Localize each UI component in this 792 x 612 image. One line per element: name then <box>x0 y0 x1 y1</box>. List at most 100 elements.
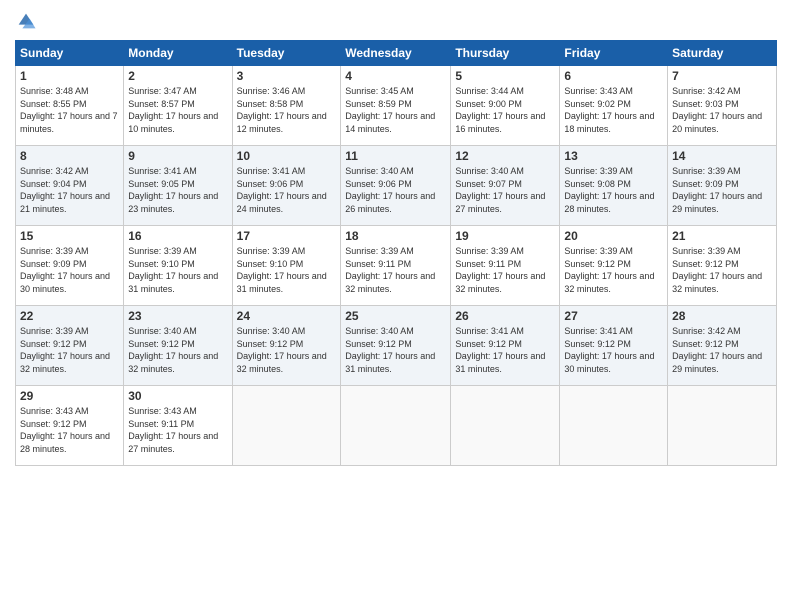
calendar-cell: 19 Sunrise: 3:39 AMSunset: 9:11 PMDaylig… <box>451 226 560 306</box>
header <box>15 10 777 32</box>
calendar-cell <box>232 386 341 466</box>
calendar-cell: 16 Sunrise: 3:39 AMSunset: 9:10 PMDaylig… <box>124 226 232 306</box>
calendar-week-row: 1 Sunrise: 3:48 AMSunset: 8:55 PMDayligh… <box>16 66 777 146</box>
day-info: Sunrise: 3:39 AMSunset: 9:11 PMDaylight:… <box>455 246 545 294</box>
calendar-cell: 6 Sunrise: 3:43 AMSunset: 9:02 PMDayligh… <box>560 66 668 146</box>
day-number: 15 <box>20 229 119 243</box>
calendar-cell <box>560 386 668 466</box>
day-info: Sunrise: 3:39 AMSunset: 9:09 PMDaylight:… <box>672 166 762 214</box>
logo <box>15 10 41 32</box>
day-number: 23 <box>128 309 227 323</box>
day-info: Sunrise: 3:40 AMSunset: 9:07 PMDaylight:… <box>455 166 545 214</box>
day-info: Sunrise: 3:44 AMSunset: 9:00 PMDaylight:… <box>455 86 545 134</box>
weekday-header-cell: Sunday <box>16 41 124 66</box>
calendar-cell: 23 Sunrise: 3:40 AMSunset: 9:12 PMDaylig… <box>124 306 232 386</box>
calendar-cell: 4 Sunrise: 3:45 AMSunset: 8:59 PMDayligh… <box>341 66 451 146</box>
day-info: Sunrise: 3:39 AMSunset: 9:12 PMDaylight:… <box>672 246 762 294</box>
day-number: 4 <box>345 69 446 83</box>
calendar-cell: 12 Sunrise: 3:40 AMSunset: 9:07 PMDaylig… <box>451 146 560 226</box>
day-number: 29 <box>20 389 119 403</box>
calendar-week-row: 29 Sunrise: 3:43 AMSunset: 9:12 PMDaylig… <box>16 386 777 466</box>
day-number: 25 <box>345 309 446 323</box>
day-number: 28 <box>672 309 772 323</box>
day-info: Sunrise: 3:40 AMSunset: 9:06 PMDaylight:… <box>345 166 435 214</box>
day-info: Sunrise: 3:39 AMSunset: 9:08 PMDaylight:… <box>564 166 654 214</box>
weekday-header-cell: Tuesday <box>232 41 341 66</box>
calendar-cell: 24 Sunrise: 3:40 AMSunset: 9:12 PMDaylig… <box>232 306 341 386</box>
calendar-cell: 11 Sunrise: 3:40 AMSunset: 9:06 PMDaylig… <box>341 146 451 226</box>
day-number: 11 <box>345 149 446 163</box>
day-info: Sunrise: 3:41 AMSunset: 9:05 PMDaylight:… <box>128 166 218 214</box>
calendar-cell: 14 Sunrise: 3:39 AMSunset: 9:09 PMDaylig… <box>668 146 777 226</box>
day-number: 7 <box>672 69 772 83</box>
day-number: 14 <box>672 149 772 163</box>
day-number: 20 <box>564 229 663 243</box>
calendar-cell: 1 Sunrise: 3:48 AMSunset: 8:55 PMDayligh… <box>16 66 124 146</box>
calendar-cell: 29 Sunrise: 3:43 AMSunset: 9:12 PMDaylig… <box>16 386 124 466</box>
day-number: 3 <box>237 69 337 83</box>
day-info: Sunrise: 3:48 AMSunset: 8:55 PMDaylight:… <box>20 86 118 134</box>
calendar-table: SundayMondayTuesdayWednesdayThursdayFrid… <box>15 40 777 466</box>
day-info: Sunrise: 3:41 AMSunset: 9:06 PMDaylight:… <box>237 166 327 214</box>
calendar-week-row: 22 Sunrise: 3:39 AMSunset: 9:12 PMDaylig… <box>16 306 777 386</box>
day-info: Sunrise: 3:40 AMSunset: 9:12 PMDaylight:… <box>345 326 435 374</box>
weekday-header-cell: Thursday <box>451 41 560 66</box>
weekday-header-cell: Wednesday <box>341 41 451 66</box>
day-info: Sunrise: 3:43 AMSunset: 9:02 PMDaylight:… <box>564 86 654 134</box>
day-info: Sunrise: 3:43 AMSunset: 9:11 PMDaylight:… <box>128 406 218 454</box>
day-number: 1 <box>20 69 119 83</box>
day-number: 21 <box>672 229 772 243</box>
day-number: 8 <box>20 149 119 163</box>
calendar-week-row: 15 Sunrise: 3:39 AMSunset: 9:09 PMDaylig… <box>16 226 777 306</box>
calendar-cell: 17 Sunrise: 3:39 AMSunset: 9:10 PMDaylig… <box>232 226 341 306</box>
day-number: 27 <box>564 309 663 323</box>
day-info: Sunrise: 3:43 AMSunset: 9:12 PMDaylight:… <box>20 406 110 454</box>
day-info: Sunrise: 3:41 AMSunset: 9:12 PMDaylight:… <box>564 326 654 374</box>
day-number: 9 <box>128 149 227 163</box>
day-info: Sunrise: 3:42 AMSunset: 9:04 PMDaylight:… <box>20 166 110 214</box>
calendar-cell: 27 Sunrise: 3:41 AMSunset: 9:12 PMDaylig… <box>560 306 668 386</box>
calendar-cell: 25 Sunrise: 3:40 AMSunset: 9:12 PMDaylig… <box>341 306 451 386</box>
calendar-cell: 5 Sunrise: 3:44 AMSunset: 9:00 PMDayligh… <box>451 66 560 146</box>
day-info: Sunrise: 3:39 AMSunset: 9:09 PMDaylight:… <box>20 246 110 294</box>
day-info: Sunrise: 3:39 AMSunset: 9:11 PMDaylight:… <box>345 246 435 294</box>
day-info: Sunrise: 3:40 AMSunset: 9:12 PMDaylight:… <box>237 326 327 374</box>
day-info: Sunrise: 3:42 AMSunset: 9:03 PMDaylight:… <box>672 86 762 134</box>
day-info: Sunrise: 3:46 AMSunset: 8:58 PMDaylight:… <box>237 86 327 134</box>
calendar-cell: 8 Sunrise: 3:42 AMSunset: 9:04 PMDayligh… <box>16 146 124 226</box>
calendar-cell: 21 Sunrise: 3:39 AMSunset: 9:12 PMDaylig… <box>668 226 777 306</box>
day-number: 13 <box>564 149 663 163</box>
calendar-cell: 22 Sunrise: 3:39 AMSunset: 9:12 PMDaylig… <box>16 306 124 386</box>
day-number: 16 <box>128 229 227 243</box>
day-info: Sunrise: 3:47 AMSunset: 8:57 PMDaylight:… <box>128 86 218 134</box>
day-number: 10 <box>237 149 337 163</box>
calendar-cell: 28 Sunrise: 3:42 AMSunset: 9:12 PMDaylig… <box>668 306 777 386</box>
day-number: 26 <box>455 309 555 323</box>
day-info: Sunrise: 3:39 AMSunset: 9:10 PMDaylight:… <box>128 246 218 294</box>
day-info: Sunrise: 3:39 AMSunset: 9:12 PMDaylight:… <box>564 246 654 294</box>
weekday-header-row: SundayMondayTuesdayWednesdayThursdayFrid… <box>16 41 777 66</box>
day-info: Sunrise: 3:42 AMSunset: 9:12 PMDaylight:… <box>672 326 762 374</box>
calendar-cell: 15 Sunrise: 3:39 AMSunset: 9:09 PMDaylig… <box>16 226 124 306</box>
page: SundayMondayTuesdayWednesdayThursdayFrid… <box>0 0 792 612</box>
calendar-cell: 13 Sunrise: 3:39 AMSunset: 9:08 PMDaylig… <box>560 146 668 226</box>
day-number: 5 <box>455 69 555 83</box>
calendar-cell: 9 Sunrise: 3:41 AMSunset: 9:05 PMDayligh… <box>124 146 232 226</box>
calendar-cell: 20 Sunrise: 3:39 AMSunset: 9:12 PMDaylig… <box>560 226 668 306</box>
weekday-header-cell: Friday <box>560 41 668 66</box>
calendar-cell: 18 Sunrise: 3:39 AMSunset: 9:11 PMDaylig… <box>341 226 451 306</box>
calendar-cell: 3 Sunrise: 3:46 AMSunset: 8:58 PMDayligh… <box>232 66 341 146</box>
day-number: 2 <box>128 69 227 83</box>
calendar-cell <box>668 386 777 466</box>
day-info: Sunrise: 3:39 AMSunset: 9:12 PMDaylight:… <box>20 326 110 374</box>
day-number: 12 <box>455 149 555 163</box>
calendar-cell <box>451 386 560 466</box>
day-number: 22 <box>20 309 119 323</box>
calendar-cell: 30 Sunrise: 3:43 AMSunset: 9:11 PMDaylig… <box>124 386 232 466</box>
day-number: 18 <box>345 229 446 243</box>
day-number: 17 <box>237 229 337 243</box>
day-info: Sunrise: 3:40 AMSunset: 9:12 PMDaylight:… <box>128 326 218 374</box>
calendar-cell: 26 Sunrise: 3:41 AMSunset: 9:12 PMDaylig… <box>451 306 560 386</box>
weekday-header-cell: Monday <box>124 41 232 66</box>
calendar-cell: 7 Sunrise: 3:42 AMSunset: 9:03 PMDayligh… <box>668 66 777 146</box>
